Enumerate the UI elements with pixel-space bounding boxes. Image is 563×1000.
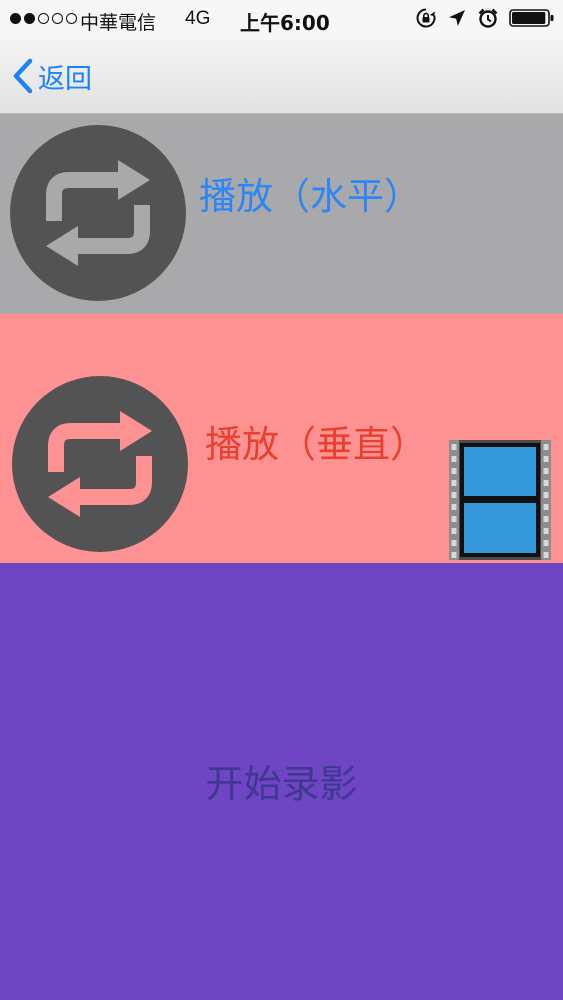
repeat-icon — [12, 376, 188, 552]
start-recording-button[interactable]: 开始录影 — [0, 563, 563, 1000]
orientation-lock-icon — [416, 8, 436, 28]
network-type: 4G — [185, 8, 211, 29]
play-vertical-label: 播放（垂直） — [205, 423, 427, 466]
back-button[interactable]: 返回 — [12, 56, 92, 96]
signal-dot — [24, 13, 35, 24]
navigation-bar: 返回 — [0, 40, 563, 114]
signal-dot — [10, 13, 21, 24]
signal-dot — [38, 13, 49, 24]
carrier-name: 中華電信 — [80, 12, 157, 34]
chevron-left-icon — [13, 58, 33, 94]
status-time: 上午6:00 — [240, 11, 330, 35]
signal-strength-icon — [10, 13, 77, 24]
repeat-icon — [10, 125, 186, 301]
start-recording-label: 开始录影 — [205, 762, 358, 806]
play-horizontal-row[interactable]: 播放（水平） — [0, 114, 563, 314]
alarm-clock-icon — [478, 8, 498, 28]
play-vertical-row[interactable]: 播放（垂直） — [0, 314, 563, 563]
signal-dot — [52, 13, 63, 24]
app-screen: 中華電信 4G 上午6:00 返回 播放（水平） 播放（垂直） 开始录影 — [0, 0, 563, 1000]
signal-dot — [66, 13, 77, 24]
battery-icon — [509, 9, 554, 27]
film-strip-icon — [449, 440, 551, 560]
status-bar: 中華電信 4G 上午6:00 — [0, 0, 563, 40]
location-arrow-icon — [449, 10, 465, 26]
play-horizontal-label: 播放（水平） — [199, 175, 421, 218]
status-icons — [415, 7, 555, 29]
back-label: 返回 — [38, 63, 92, 95]
